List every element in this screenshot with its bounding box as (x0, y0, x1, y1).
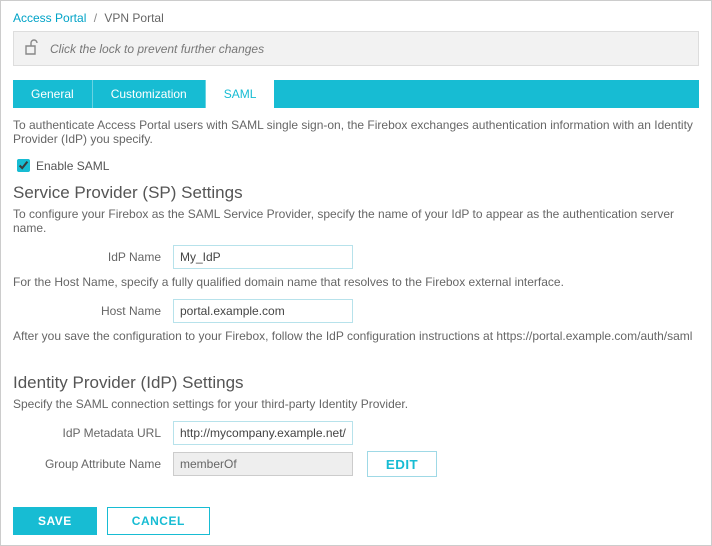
sp-heading: Service Provider (SP) Settings (13, 183, 699, 203)
lock-bar[interactable]: Click the lock to prevent further change… (13, 31, 699, 66)
tab-customization[interactable]: Customization (93, 80, 206, 108)
cancel-button[interactable]: CANCEL (107, 507, 210, 535)
enable-saml-checkbox[interactable] (17, 159, 30, 172)
metadata-url-label: IdP Metadata URL (13, 426, 173, 440)
host-name-input[interactable] (173, 299, 353, 323)
tab-saml[interactable]: SAML (206, 80, 275, 108)
enable-saml-row: Enable SAML (13, 156, 699, 175)
edit-button[interactable]: EDIT (367, 451, 437, 477)
breadcrumb-current: VPN Portal (104, 11, 163, 25)
tab-bar: General Customization SAML (13, 80, 699, 108)
save-button[interactable]: SAVE (13, 507, 97, 535)
sp-desc: To configure your Firebox as the SAML Se… (13, 207, 699, 235)
idp-desc: Specify the SAML connection settings for… (13, 397, 699, 411)
sp-after-desc: After you save the configuration to your… (13, 329, 699, 343)
group-attr-label: Group Attribute Name (13, 457, 173, 471)
breadcrumb-root[interactable]: Access Portal (13, 11, 86, 25)
breadcrumb-separator: / (94, 11, 97, 25)
host-desc: For the Host Name, specify a fully quali… (13, 275, 699, 289)
idp-heading: Identity Provider (IdP) Settings (13, 373, 699, 393)
breadcrumb: Access Portal / VPN Portal (13, 11, 699, 25)
tab-general[interactable]: General (13, 80, 93, 108)
metadata-url-input[interactable] (173, 421, 353, 445)
lock-bar-text: Click the lock to prevent further change… (50, 42, 264, 56)
intro-text: To authenticate Access Portal users with… (13, 118, 699, 146)
lock-open-icon (22, 38, 50, 59)
group-attr-input (173, 452, 353, 476)
idp-name-label: IdP Name (13, 250, 173, 264)
idp-name-input[interactable] (173, 245, 353, 269)
host-name-label: Host Name (13, 304, 173, 318)
enable-saml-label: Enable SAML (36, 159, 109, 173)
